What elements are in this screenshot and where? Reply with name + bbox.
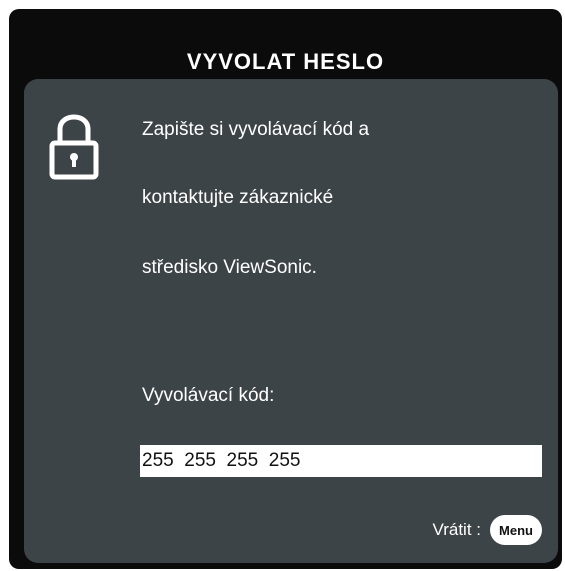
lock-icon	[49, 114, 99, 180]
message-line-3: středisko ViewSonic.	[142, 257, 317, 278]
message-line-1: Zapište si vyvolávací kód a	[142, 119, 370, 140]
recall-code-field: 255 255 255 255	[140, 445, 542, 477]
menu-button[interactable]: Menu	[490, 515, 542, 545]
message-line-2: kontaktujte zákaznické	[142, 187, 334, 208]
dialog-panel: Zapište si vyvolávací kód a kontaktujte …	[24, 79, 558, 563]
dialog-title: VYVOLAT HESLO	[186, 49, 385, 74]
recall-password-dialog: VYVOLAT HESLO Zapište si vyvolávací kód …	[9, 9, 562, 569]
recall-code-label: Vyvolávací kód:	[142, 385, 275, 406]
return-hint: Vrátit : Menu	[432, 515, 542, 545]
return-label: Vrátit :	[432, 520, 482, 539]
